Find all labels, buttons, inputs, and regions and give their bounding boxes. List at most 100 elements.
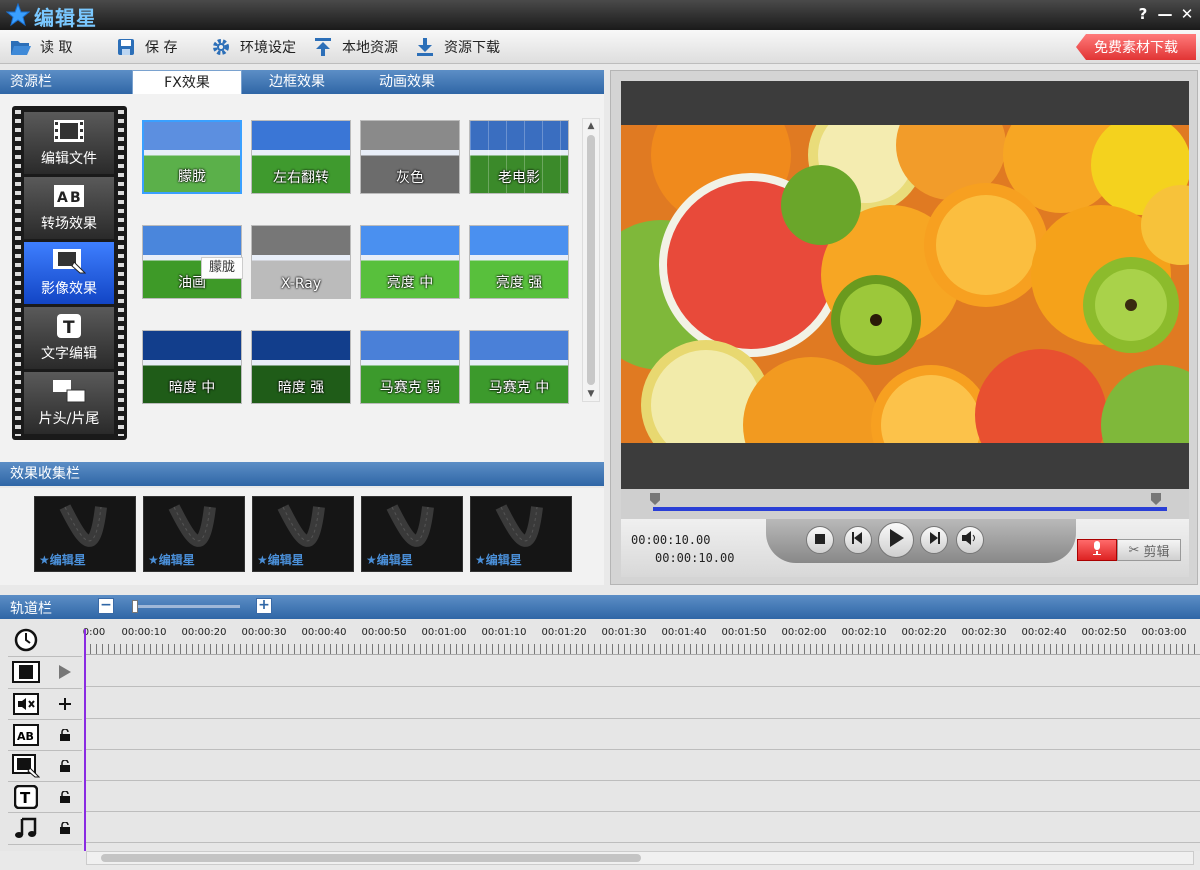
effect-thumbnail[interactable]: 亮度 中	[360, 225, 460, 299]
microphone-icon	[1092, 541, 1102, 559]
ruler-label: 00:02:30	[961, 627, 1007, 638]
add-track-icon[interactable]	[56, 695, 74, 713]
play-track-icon[interactable]	[56, 663, 74, 681]
category-transition[interactable]: AB 转场效果	[24, 177, 114, 239]
save-label: 保 存	[145, 40, 178, 56]
control-dock	[766, 519, 1076, 563]
stop-icon	[815, 533, 825, 548]
effect-thumbnail[interactable]: 朦胧	[142, 120, 242, 194]
ruler-label: 00:02:50	[1081, 627, 1127, 638]
save-button[interactable]: 保 存	[115, 36, 177, 58]
svg-text:T: T	[20, 789, 31, 807]
zoom-slider-knob[interactable]	[132, 600, 138, 613]
help-button[interactable]: ?	[1134, 4, 1152, 24]
collected-effect-slot[interactable]: ★编辑星	[252, 496, 354, 572]
collect-header: 效果收集栏	[0, 462, 604, 486]
preview-screen	[621, 81, 1189, 489]
tile-logo: ★编辑星	[148, 553, 195, 567]
collected-effect-slot[interactable]: ★编辑星	[143, 496, 245, 572]
close-button[interactable]: ✕	[1178, 4, 1196, 24]
unlock-icon[interactable]	[56, 788, 74, 806]
audio-mute-icon	[12, 692, 40, 716]
record-button[interactable]	[1077, 539, 1117, 561]
local-resource-button[interactable]: 本地资源	[312, 36, 398, 58]
text-lane[interactable]	[84, 781, 1200, 812]
tile-logo: ★编辑星	[366, 553, 413, 567]
seek-start-handle[interactable]	[650, 493, 660, 505]
effect-thumbnail[interactable]: 老电影	[469, 120, 569, 194]
seek-end-handle[interactable]	[1151, 493, 1161, 505]
effect-label: 老电影	[498, 170, 540, 186]
effects-scrollbar[interactable]: ▲ ▼	[582, 118, 600, 402]
category-image-effect[interactable]: 影像效果	[24, 242, 114, 304]
video-lane[interactable]	[84, 656, 1200, 687]
ruler-label: 00:01:50	[721, 627, 767, 638]
tab-border[interactable]: 边框效果	[242, 70, 352, 94]
zoom-slider[interactable]	[132, 600, 240, 613]
effect-thumbnail[interactable]: 灰色	[360, 120, 460, 194]
time-ruler[interactable]: 0:00 00:00:10 00:00:20 00:00:30 00:00:40 00:0…	[83, 623, 1200, 655]
effect-label: 灰色	[396, 170, 424, 186]
free-material-download-button[interactable]: 免费素材下载	[1076, 34, 1196, 60]
category-intro-outro[interactable]: 片头/片尾	[24, 372, 114, 434]
collected-effect-slot[interactable]: ★编辑星	[361, 496, 463, 572]
tile-logo: ★编辑星	[475, 553, 522, 567]
track-row-music	[8, 813, 82, 845]
music-lane[interactable]	[84, 812, 1200, 843]
open-button[interactable]: 读 取	[10, 36, 72, 58]
unlock-icon[interactable]	[56, 726, 74, 744]
effect-thumbnail[interactable]: 马赛克 中	[469, 330, 569, 404]
zoom-in-button[interactable]: +	[256, 598, 272, 614]
save-icon	[115, 36, 137, 58]
unlock-icon[interactable]	[56, 819, 74, 837]
playhead[interactable]	[84, 629, 86, 851]
next-frame-button[interactable]	[920, 526, 948, 554]
ruler-label: 00:01:40	[661, 627, 707, 638]
tab-animation[interactable]: 动画效果	[352, 70, 462, 94]
scroll-down-icon[interactable]: ▼	[583, 387, 599, 401]
collected-effect-slot[interactable]: ★编辑星	[34, 496, 136, 572]
unlock-icon[interactable]	[56, 757, 74, 775]
effect-thumbnail[interactable]: 暗度 强	[251, 330, 351, 404]
previous-frame-button[interactable]	[844, 526, 872, 554]
ruler-label: 00:03:00	[1141, 627, 1187, 638]
category-text-edit[interactable]: T 文字编辑	[24, 307, 114, 369]
seek-track[interactable]	[653, 507, 1167, 511]
clock-icon	[12, 628, 40, 652]
category-edit-file[interactable]: 编辑文件	[24, 112, 114, 174]
scroll-up-icon[interactable]: ▲	[583, 119, 599, 133]
track-row-transition: AB	[8, 720, 82, 751]
transition-lane[interactable]	[84, 719, 1200, 750]
minimize-button[interactable]: —	[1156, 4, 1174, 24]
ruler-label: 00:02:20	[901, 627, 947, 638]
cut-button[interactable]: ✂ 剪辑	[1117, 539, 1181, 561]
ruler-label: 00:01:20	[541, 627, 587, 638]
effect-thumbnail[interactable]: 暗度 中	[142, 330, 242, 404]
title-bar: 编辑星 ? — ✕	[0, 0, 1200, 30]
effect-thumbnail[interactable]: 马赛克 弱	[360, 330, 460, 404]
volume-button[interactable]	[956, 526, 984, 554]
effect-thumbnail[interactable]: 亮度 强	[469, 225, 569, 299]
timeline-scrollbar[interactable]	[86, 851, 1194, 865]
effect-thumbnail[interactable]: 左右翻转	[251, 120, 351, 194]
collected-effect-slot[interactable]: ★编辑星	[470, 496, 572, 572]
preview-image	[621, 125, 1189, 443]
step-back-icon	[852, 532, 864, 548]
timeline-title: 轨道栏	[10, 601, 52, 617]
play-button[interactable]	[878, 522, 914, 558]
timeline-header: 轨道栏 − +	[0, 595, 1200, 619]
ruler-ticks	[84, 644, 1200, 654]
stop-button[interactable]	[806, 526, 834, 554]
effect-thumbnail[interactable]: X-Ray	[251, 225, 351, 299]
tab-fx[interactable]: FX效果	[132, 70, 242, 96]
scrollbar-thumb[interactable]	[587, 135, 595, 385]
timeline-scrollbar-thumb[interactable]	[101, 854, 641, 862]
zoom-out-button[interactable]: −	[98, 598, 114, 614]
settings-button[interactable]: 环境设定	[210, 36, 296, 58]
svg-text:B: B	[70, 190, 81, 206]
effect-lane[interactable]	[84, 750, 1200, 781]
seek-bar[interactable]	[621, 489, 1189, 519]
resource-download-button[interactable]: 资源下载	[414, 36, 500, 58]
audio-lane[interactable]	[84, 688, 1200, 719]
svg-text:T: T	[63, 318, 75, 338]
